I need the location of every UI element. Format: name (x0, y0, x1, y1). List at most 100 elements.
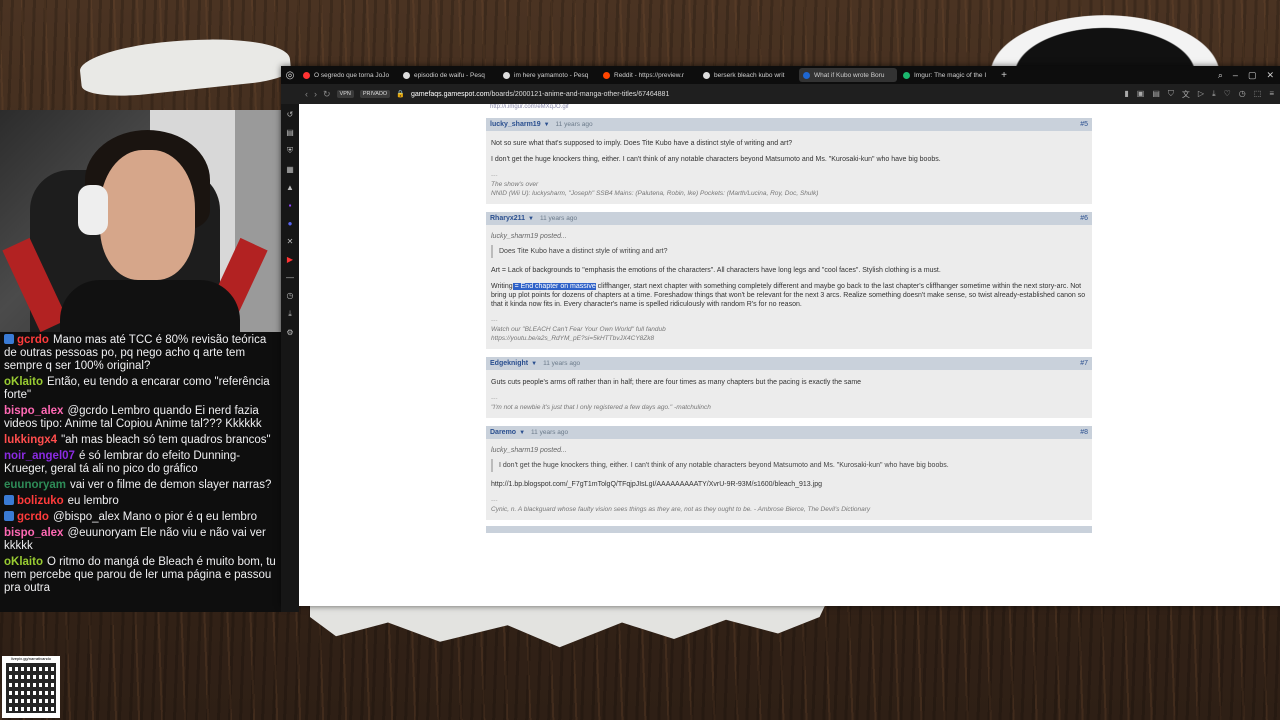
screenshot-icon[interactable]: ▣ (1137, 89, 1145, 100)
post-header: Daremo ▼ 11 years ago #8 (486, 426, 1092, 439)
post-header: lucky_sharm19 ▼ 11 years ago #5 (486, 118, 1092, 131)
history-icon[interactable]: ◷ (1239, 89, 1246, 100)
bookmark-icon[interactable]: ▮ (1124, 89, 1128, 100)
signature-text: Watch our "BLEACH Can't Fear Your Own Wo… (491, 326, 666, 333)
wallet-icon[interactable]: ▤ (1152, 89, 1160, 100)
heart-icon[interactable]: ♡ (1224, 89, 1231, 100)
reload-icon[interactable]: ↻ (323, 89, 331, 100)
back-icon[interactable]: ‹ (305, 89, 308, 99)
previous-post-link[interactable]: http://i.imgur.com/eMXqJO.gif (486, 104, 1092, 110)
discord-sidebar-icon[interactable]: ● (288, 219, 293, 228)
close-window-button[interactable]: ✕ (1266, 70, 1274, 81)
download-sidebar-icon[interactable]: ⤓ (288, 309, 292, 319)
browser-logo-icon[interactable]: ◎ (281, 70, 299, 81)
post-number[interactable]: #7 (1080, 360, 1088, 367)
browser-tab[interactable]: O segredo que torna JoJo (299, 68, 397, 82)
post-paragraph: Art = Lack of backgrounds to "emphasis t… (491, 267, 941, 274)
headset (78, 185, 108, 235)
post-link[interactable]: http://1.bp.blogspot.com/_F7gT1mTolgQ/TF… (491, 480, 1087, 489)
browser-tab[interactable]: What if Kubo wrote Boru (799, 68, 897, 82)
webcam-feed (0, 110, 282, 332)
history-sidebar-icon[interactable]: ◷ (287, 291, 294, 300)
post-author[interactable]: Rharyx211 (490, 215, 525, 222)
post-body: Guts cuts people's arms off rather than … (486, 370, 1092, 418)
chat-username[interactable]: euunoryam (4, 479, 66, 491)
selected-text: = End chapter on massive (512, 283, 596, 290)
signature-divider: --- (491, 395, 498, 402)
tab-label: Imgur: The magic of the I (914, 71, 987, 79)
browser-tab[interactable]: berserk bleach kubo writ (699, 68, 797, 82)
signature-divider: --- (491, 172, 498, 179)
forum-post: Edgeknight ▼ 11 years ago #7 Guts cuts peopl… (486, 357, 1092, 418)
post-number[interactable]: #5 (1080, 121, 1088, 128)
download-icon[interactable]: ⤓ (1212, 89, 1216, 100)
author-menu-icon[interactable]: ▼ (531, 361, 537, 367)
maximize-button[interactable]: ▢ (1248, 70, 1257, 81)
post-number[interactable]: #8 (1080, 429, 1088, 436)
chat-username[interactable]: bolizuko (17, 495, 64, 507)
play-icon[interactable]: ▷ (1198, 89, 1204, 100)
stream-chat: gcrdo Mano mas até TCC é 80% revisão teór… (0, 332, 282, 612)
wallet-sidebar-icon[interactable]: ▤ (286, 128, 294, 137)
aria-sidebar-icon[interactable]: ▲ (286, 183, 294, 192)
author-menu-icon[interactable]: ▼ (544, 122, 550, 128)
post-author[interactable]: Edgeknight (490, 360, 528, 367)
signature-line: Watch our "BLEACH Can't Fear Your Own Wo… (491, 325, 1087, 334)
extensions-icon[interactable]: ⬚ (1254, 89, 1262, 100)
post-header: Edgeknight ▼ 11 years ago #7 (486, 357, 1092, 370)
browser-tab[interactable]: Reddit - https://preview.r (599, 68, 697, 82)
post-author[interactable]: lucky_sharm19 (490, 121, 541, 128)
post-body: Not so sure what that's supposed to impl… (486, 131, 1092, 204)
vpn-badge[interactable]: VPN (336, 90, 354, 98)
tab-label: berserk bleach kubo writ (714, 71, 785, 79)
post-time: 11 years ago (531, 429, 569, 436)
browser-tab[interactable]: episodio de waifu - Pesq (399, 68, 497, 82)
chat-text: "ah mas bleach só tem quadros brancos" (61, 434, 271, 446)
new-tab-button[interactable]: + (997, 70, 1011, 81)
post-author[interactable]: Daremo (490, 429, 516, 436)
translate-icon[interactable]: 文 (1182, 89, 1190, 100)
browser-tab[interactable]: im here yamamoto - Pesq (499, 68, 597, 82)
tab-favicon-icon (703, 71, 710, 79)
messenger-icon[interactable]: ↺ (287, 110, 294, 119)
chat-text: Então, eu tendo a encarar como "referênc… (4, 376, 270, 401)
chat-username[interactable]: noir_angel07 (4, 450, 75, 462)
author-menu-icon[interactable]: ▼ (528, 216, 534, 222)
settings-icon[interactable]: ⚙ (286, 328, 293, 337)
qr-caption: livepix.gg/narrativando (10, 656, 52, 661)
tab-favicon-icon (803, 71, 810, 79)
chat-text: @bispo_alex Mano o pior é q eu lembro (52, 511, 258, 523)
chat-message: bolizuko eu lembro (4, 495, 278, 508)
chat-username[interactable]: lukkingx4 (4, 434, 57, 446)
search-tabs-icon[interactable]: ⌕ (1218, 70, 1223, 81)
tab-favicon-icon (603, 71, 610, 79)
quote-text: Does Tite Kubo have a distinct style of … (491, 245, 1087, 258)
tab-bar: ◎ O segredo que torna JoJo episodio de wa… (281, 66, 1280, 84)
vpn-sidebar-icon[interactable]: ⛨ (287, 146, 293, 156)
chat-username[interactable]: bispo_alex (4, 405, 63, 417)
browser-tab[interactable]: Imgur: The magic of the I (899, 68, 997, 82)
chat-username[interactable]: oKlaito (4, 556, 43, 568)
author-menu-icon[interactable]: ▼ (519, 430, 525, 436)
player-sidebar-icon[interactable]: ▦ (286, 165, 294, 174)
signature-text: The show's over (491, 181, 539, 188)
forward-icon[interactable]: › (314, 89, 317, 99)
signature-divider: --- (491, 317, 498, 324)
chat-text: O ritmo do mangá de Bleach é muito bom, … (4, 556, 276, 594)
menu-icon[interactable]: ≡ (1269, 89, 1274, 100)
url-field[interactable]: gamefaqs.gamespot.com/boards/2000121-ani… (411, 91, 669, 98)
chat-username[interactable]: gcrdo (17, 511, 49, 523)
chat-username[interactable]: bispo_alex (4, 527, 63, 539)
post-number[interactable]: #6 (1080, 215, 1088, 222)
post-time: 11 years ago (539, 215, 578, 222)
youtube-sidebar-icon[interactable]: ▶ (287, 255, 293, 264)
x-sidebar-icon[interactable]: ✕ (287, 237, 294, 246)
twitch-sidebar-icon[interactable]: ▪ (289, 201, 292, 210)
post-paragraph: Guts cuts people's arms off rather than … (491, 379, 862, 386)
minimize-button[interactable]: – (1233, 70, 1238, 81)
post-signature: --- Watch our "BLEACH Can't Fear Your Own… (491, 316, 1087, 343)
signature-line: "I'm not a newbie it's just that I only … (491, 403, 1087, 412)
shield-icon[interactable]: ⛉ (1168, 89, 1174, 100)
chat-username[interactable]: gcrdo (17, 334, 49, 346)
chat-username[interactable]: oKlaito (4, 376, 43, 388)
